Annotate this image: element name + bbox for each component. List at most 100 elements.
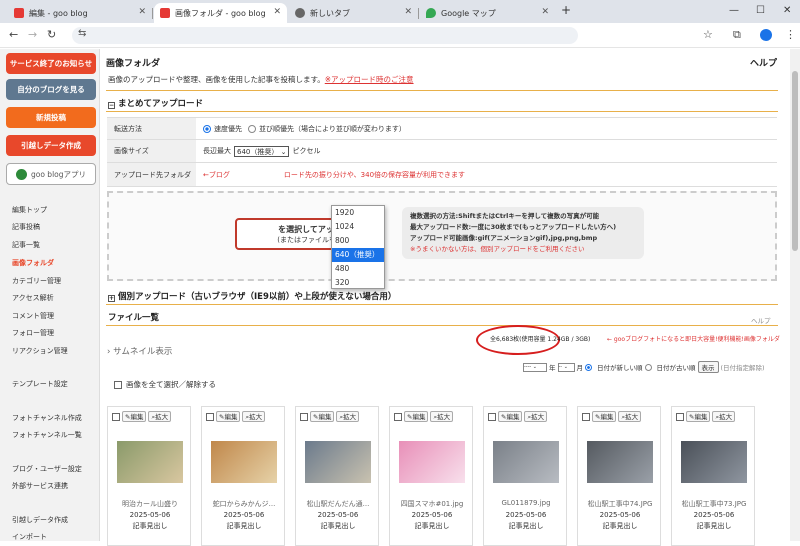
- file-checkbox[interactable]: [112, 412, 120, 421]
- thumbnail-toggle[interactable]: › サムネイル表示: [107, 345, 172, 357]
- size-option[interactable]: 1920: [332, 206, 384, 220]
- year-select[interactable]: ---- ⌄: [523, 362, 547, 372]
- edit-button[interactable]: ✎編集: [592, 411, 617, 422]
- file-card[interactable]: ✎編集 ⌕拡大 蛇口からみかんジ... 2025-05-06 記事見出し: [201, 406, 285, 546]
- order-priority-radio[interactable]: [248, 124, 256, 133]
- zoom-button[interactable]: ⌕拡大: [148, 411, 172, 422]
- file-thumbnail[interactable]: [305, 441, 371, 483]
- size-dropdown-list[interactable]: 1920 1024 800 640（推奨） 480 320: [331, 205, 385, 289]
- sort-new-radio[interactable]: [585, 363, 592, 371]
- file-name[interactable]: 松山駅だんだん通...: [296, 499, 380, 509]
- sidebar-item-category[interactable]: カテゴリー管理: [12, 276, 61, 286]
- goo-blog-app-button[interactable]: goo blogアプリ: [6, 163, 96, 185]
- scrollbar[interactable]: [790, 49, 800, 541]
- menu-kebab-icon[interactable]: ⋮: [785, 28, 796, 41]
- article-link[interactable]: 記事見出し: [672, 521, 756, 531]
- zoom-button[interactable]: ⌕拡大: [618, 411, 642, 422]
- file-name[interactable]: 四国スマホ#01.jpg: [390, 499, 474, 509]
- minimize-button[interactable]: —: [729, 5, 739, 16]
- file-checkbox[interactable]: [206, 412, 214, 421]
- size-option-selected[interactable]: 640（推奨）: [332, 248, 384, 262]
- file-thumbnail[interactable]: [587, 441, 653, 483]
- file-card[interactable]: ✎編集 ⌕拡大 松山駅だんだん通... 2025-05-06 記事見出し: [295, 406, 379, 546]
- file-name[interactable]: 明治カール山盛り: [108, 499, 192, 509]
- article-link[interactable]: 記事見出し: [108, 521, 192, 531]
- bulk-upload-heading[interactable]: − まとめてアップロード: [108, 97, 203, 109]
- sort-old-radio[interactable]: [644, 363, 652, 371]
- sidebar-item-new-post[interactable]: 記事投稿: [12, 222, 40, 232]
- reload-button[interactable]: ↻: [47, 28, 56, 41]
- zoom-button[interactable]: ⌕拡大: [712, 411, 736, 422]
- sidebar-item-access[interactable]: アクセス解析: [12, 293, 54, 303]
- article-link[interactable]: 記事見出し: [296, 521, 380, 531]
- view-my-blog-button[interactable]: 自分のブログを見る: [6, 79, 96, 100]
- sidebar-item-photo-channel-create[interactable]: フォトチャンネル作成: [12, 413, 82, 423]
- file-name[interactable]: GL011879.jpg: [484, 499, 568, 507]
- file-checkbox[interactable]: [394, 412, 402, 421]
- edit-button[interactable]: ✎編集: [122, 411, 147, 422]
- scrollbar-thumb[interactable]: [792, 71, 798, 251]
- file-checkbox[interactable]: [582, 412, 590, 421]
- size-option[interactable]: 480: [332, 262, 384, 276]
- extensions-icon[interactable]: ⧉: [733, 28, 741, 42]
- file-card[interactable]: ✎編集 ⌕拡大 松山駅工事中74.JPG 2025-05-06 記事見出し: [577, 406, 661, 546]
- select-all-checkbox[interactable]: [114, 380, 122, 389]
- close-icon[interactable]: ✕: [138, 7, 146, 17]
- date-clear-link[interactable]: (日付指定解除): [721, 362, 765, 372]
- sidebar-item-blog-settings[interactable]: ブログ・ユーザー設定: [12, 464, 82, 474]
- service-end-notice-button[interactable]: サービス終了のお知らせ: [6, 53, 96, 74]
- sidebar-item-comments[interactable]: コメント管理: [12, 311, 54, 321]
- size-option[interactable]: 1024: [332, 220, 384, 234]
- edit-button[interactable]: ✎編集: [216, 411, 241, 422]
- file-card[interactable]: ✎編集 ⌕拡大 四国スマホ#01.jpg 2025-05-06 記事見出し: [389, 406, 473, 546]
- sidebar-item-photo-channel-list[interactable]: フォトチャンネル一覧: [12, 430, 82, 440]
- back-button[interactable]: ←: [9, 28, 18, 41]
- sidebar-item-reaction[interactable]: リアクション管理: [12, 346, 68, 356]
- file-card[interactable]: ✎編集 ⌕拡大 明治カール山盛り 2025-05-06 記事見出し: [107, 406, 191, 546]
- url-field[interactable]: ⇆: [72, 27, 578, 44]
- edit-button[interactable]: ✎編集: [404, 411, 429, 422]
- file-name[interactable]: 松山駅工事中74.JPG: [578, 499, 662, 509]
- file-thumbnail[interactable]: [681, 441, 747, 483]
- sidebar-item-template[interactable]: テンプレート設定: [12, 379, 68, 389]
- zoom-button[interactable]: ⌕拡大: [430, 411, 454, 422]
- forward-button[interactable]: →: [28, 28, 37, 41]
- article-link[interactable]: 記事見出し: [202, 521, 286, 531]
- zoom-button[interactable]: ⌕拡大: [524, 411, 548, 422]
- file-checkbox[interactable]: [676, 412, 684, 421]
- tab-new-tab[interactable]: 新しいタブ ✕: [289, 3, 419, 23]
- sidebar-item-edit-top[interactable]: 編集トップ: [12, 205, 47, 215]
- size-select[interactable]: 640（推奨） ⌄: [234, 145, 290, 157]
- close-icon[interactable]: ✕: [404, 7, 412, 17]
- maximize-button[interactable]: ☐: [756, 5, 765, 16]
- file-card[interactable]: ✎編集 ⌕拡大 GL011879.jpg 2025-05-06 記事見出し: [483, 406, 567, 546]
- close-icon[interactable]: ✕: [541, 7, 549, 17]
- file-thumbnail[interactable]: [493, 441, 559, 483]
- close-icon[interactable]: ✕: [273, 7, 281, 17]
- file-checkbox[interactable]: [300, 412, 308, 421]
- size-option[interactable]: 800: [332, 234, 384, 248]
- article-link[interactable]: 記事見出し: [390, 521, 474, 531]
- sidebar-item-migration[interactable]: 引越しデータ作成: [12, 515, 68, 525]
- file-thumbnail[interactable]: [211, 441, 277, 483]
- sidebar-item-post-list[interactable]: 記事一覧: [12, 240, 40, 250]
- tab-google-maps[interactable]: Google マップ ✕: [420, 3, 555, 23]
- new-tab-button[interactable]: +: [561, 3, 571, 17]
- sidebar-item-image-folder[interactable]: 画像フォルダ: [12, 258, 54, 268]
- drop-zone[interactable]: を選択してアップロード (またはファイルをドロップ) 複数選択の方法:Shift…: [107, 191, 777, 281]
- tab-image-folder[interactable]: 画像フォルダ - goo blog ✕: [154, 3, 287, 23]
- profile-avatar[interactable]: [760, 29, 772, 41]
- month-select[interactable]: -- ⌄: [557, 362, 575, 372]
- file-name[interactable]: 松山駅工事中73.JPG: [672, 499, 756, 509]
- bookmark-star-icon[interactable]: ☆: [703, 28, 713, 41]
- site-info-icon[interactable]: ⇆: [78, 28, 86, 39]
- file-thumbnail[interactable]: [399, 441, 465, 483]
- file-list-help-link[interactable]: ヘルプ: [751, 315, 771, 325]
- file-card[interactable]: ✎編集 ⌕拡大 松山駅工事中73.JPG 2025-05-06 記事見出し: [671, 406, 755, 546]
- tab-edit[interactable]: 編集 - goo blog ✕: [8, 3, 153, 23]
- zoom-button[interactable]: ⌕拡大: [242, 411, 266, 422]
- file-name[interactable]: 蛇口からみかんジ...: [202, 499, 286, 509]
- edit-button[interactable]: ✎編集: [686, 411, 711, 422]
- upload-notice-link[interactable]: ※アップロード時のご注意: [325, 75, 414, 84]
- migration-data-button[interactable]: 引越しデータ作成: [6, 135, 96, 156]
